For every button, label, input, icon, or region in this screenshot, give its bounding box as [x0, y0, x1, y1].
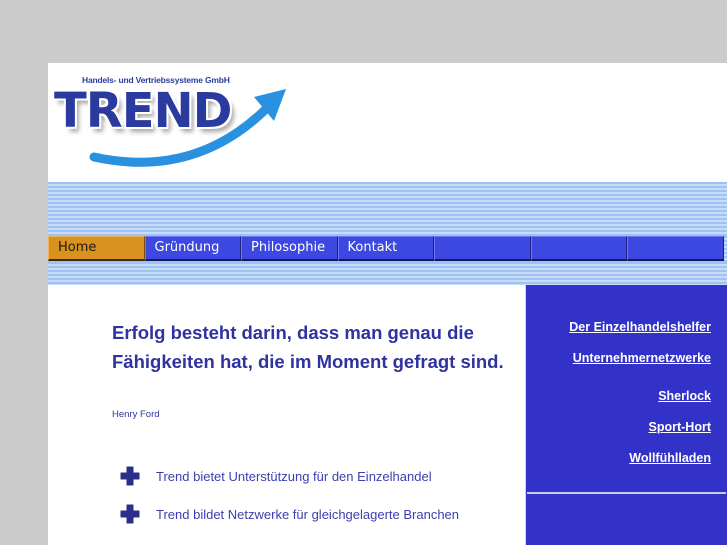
- sidebar-link-sport-hort[interactable]: Sport-Hort: [649, 420, 712, 434]
- list-item: Trend bildet Netzwerke für gleichgelager…: [120, 504, 459, 524]
- sidebar-link-wollfuehlladen[interactable]: Wollfühlladen: [629, 451, 711, 465]
- tab-gruendung[interactable]: Gründung: [144, 236, 241, 261]
- page-container: Handels- und Vertriebssysteme GmbH TREND…: [48, 63, 727, 545]
- main-navigation: Home Gründung Philosophie Kontakt: [48, 236, 727, 262]
- list-item: Trend bietet Unterstützung für den Einze…: [120, 466, 432, 486]
- quote-text: Erfolg besteht darin, dass man genau die…: [112, 322, 504, 372]
- sidebar-link-sherlock[interactable]: Sherlock: [658, 389, 711, 403]
- tab-empty-7[interactable]: [627, 236, 724, 261]
- sidebar-divider: [527, 492, 726, 494]
- logo-wordmark: TREND: [54, 83, 233, 139]
- quote-author: Henry Ford: [112, 409, 160, 420]
- company-logo[interactable]: Handels- und Vertriebssysteme GmbH TREND: [54, 75, 294, 167]
- tab-philosophie[interactable]: Philosophie: [241, 236, 338, 261]
- main-content: Erfolg besteht darin, dass man genau die…: [48, 285, 525, 545]
- tab-empty-5[interactable]: [434, 236, 531, 261]
- header-stripe-band: [48, 182, 727, 236]
- sidebar-link-unternehmernetzwerke[interactable]: Unternehmernetzwerke: [573, 351, 711, 365]
- sidebar-link-einzelhandelshelfer[interactable]: Der Einzelhandelshelfer: [569, 320, 711, 334]
- plus-icon: [120, 466, 140, 486]
- nav-stripe-band: [48, 262, 727, 285]
- tab-home[interactable]: Home: [48, 236, 145, 261]
- tab-empty-6[interactable]: [530, 236, 627, 261]
- sidebar: Der Einzelhandelshelfer Unternehmernetzw…: [525, 285, 727, 545]
- tab-kontakt[interactable]: Kontakt: [337, 236, 434, 261]
- list-item-text: Trend bildet Netzwerke für gleichgelager…: [156, 506, 460, 522]
- list-item-text: Trend bietet Unterstützung für den Einze…: [156, 468, 432, 484]
- plus-icon: [120, 504, 140, 524]
